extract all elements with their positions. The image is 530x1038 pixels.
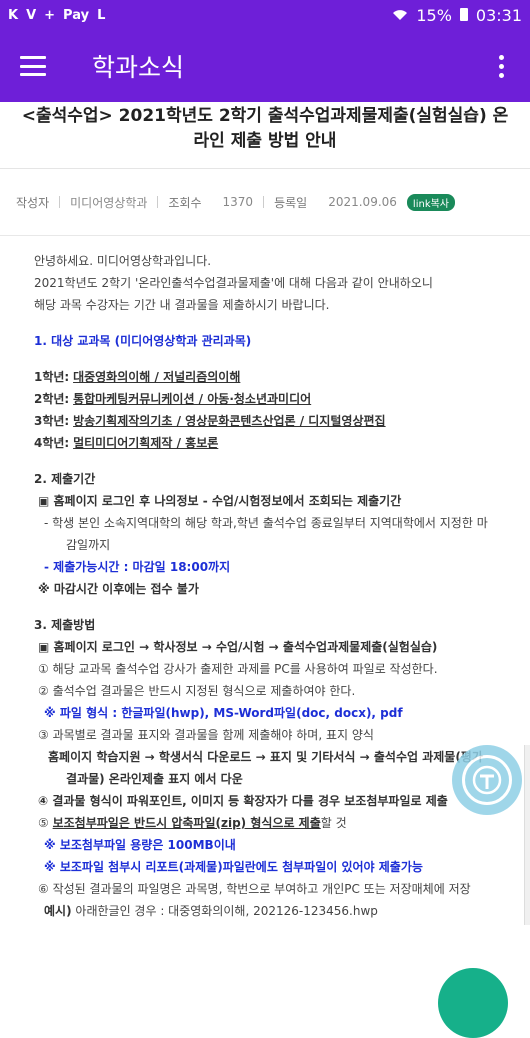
section-2-sub-2: - 제출가능시간 : 마감일 18:00까지 [44, 560, 231, 574]
step-5-num: ⑤ [38, 816, 49, 830]
status-notification-icons: K V + Pay L [8, 8, 105, 23]
section-3-title: 3. 제출방법 [34, 618, 96, 632]
article-meta: 작성자 미디어영상학과 조회수 1370 등록일 2021.09.06 link… [0, 169, 530, 235]
status-icon-2: V [26, 7, 37, 23]
step-1: ① 해당 교과목 출석수업 강사가 출제한 과제를 PC를 사용하여 파일로 작… [38, 662, 438, 676]
intro-line-3: 해당 과목 수강자는 기간 내 결과물을 제출하시기 바랍니다. [34, 298, 330, 312]
side-scroll-edge[interactable] [524, 745, 530, 925]
accessibility-icon[interactable] [452, 745, 522, 815]
step-4: ④ 결과물 형식이 파워포인트, 이미지 등 확장자가 다를 경우 보조첨부파일… [38, 794, 448, 808]
section-2-title: 2. 제출기간 [34, 472, 96, 486]
status-system-icons: 15% 03:31 [392, 6, 522, 25]
section-2-note: ※ 마감시간 이후에는 접수 불가 [38, 582, 199, 596]
intro-line-2: 2021학년도 2학기 '온라인출석수업결과물제출'에 대해 다음과 같이 안내… [34, 276, 433, 290]
step-2-note: ※ 파일 형식 : 한글파일(hwp), MS-Word파일(doc, docx… [44, 706, 403, 720]
grade-1-courses: 대중영화의이해 / 저널리즘의이해 [73, 370, 241, 384]
section-3-path: ▣ 홈페이지 로그인 → 학사정보 → 수업/시험 → 출석수업과제물제출(실험… [38, 640, 438, 654]
app-bar: 학과소식 [0, 30, 530, 102]
example-line: 예시) 아래한글인 경우 : 대중영화의이해, 202126-123456.hw… [34, 900, 496, 922]
grade-1-label: 1학년: [34, 370, 70, 384]
grade-4-line: 4학년: 멀티미디어기획제작 / 홍보론 [34, 432, 496, 454]
step-5-note-1: ※ 보조첨부파일 용량은 100MB이내 [44, 838, 236, 852]
step-3-path-a: 홈페이지 학습지원 → 학생서식 다운로드 → 표지 및 기타서식 → 출석수업… [48, 750, 483, 764]
example-text: 아래한글인 경우 : 대중영화의이해, 202126-123456.hwp [75, 904, 378, 918]
grade-2-line: 2학년: 통합마케팅커뮤니케이션 / 아동·청소년과미디어 [34, 388, 496, 410]
date-label: 등록일 [274, 195, 308, 210]
section-2-sub-1b: 감일까지 [66, 538, 111, 552]
example-label: 예시) [44, 904, 72, 918]
section-2-sub-1a: - 학생 본인 소속지역대학의 해당 학과,학년 출석수업 종료일부터 지역대학… [44, 516, 488, 530]
step-6: ⑥ 작성된 결과물의 파일명은 과목명, 학번으로 부여하고 개인PC 또는 저… [38, 882, 471, 896]
intro-line-1: 안녕하세요. 미디어영상학과입니다. [34, 254, 212, 268]
step-5-note-2: ※ 보조파일 첨부시 리포트(과제물)파일란에도 첨부파일이 있어야 제출가능 [44, 860, 423, 874]
step-3: ③ 과목별로 결과물 표지와 결과물을 함께 제출해야 하며, 표지 양식 [38, 728, 374, 742]
grade-3-label: 3학년: [34, 414, 70, 428]
battery-percent: 15% [416, 5, 452, 25]
grade-2-label: 2학년: [34, 392, 70, 406]
author-value: 미디어영상학과 [70, 195, 148, 210]
date-value: 2021.09.06 [328, 195, 397, 209]
status-bar: K V + Pay L 15% 03:31 [0, 0, 530, 30]
step-3-path-b: 결과물) 온라인제출 표지 에서 다운 [66, 772, 243, 786]
menu-icon[interactable] [20, 56, 46, 76]
grade-3-courses: 방송기획제작의기초 / 영상문화콘텐츠산업론 / 디지털영상편집 [73, 414, 386, 428]
author-label: 작성자 [16, 195, 50, 210]
wifi-icon [392, 6, 408, 25]
step-5-tail: 할 것 [320, 816, 347, 830]
battery-icon [459, 6, 468, 25]
app-title: 학과소식 [92, 53, 185, 82]
article-body: 안녕하세요. 미디어영상학과입니다. 2021학년도 2학기 '온라인출석수업결… [0, 236, 530, 922]
section-2-item: ▣ 홈페이지 로그인 후 나의정보 - 수업/시험정보에서 조회되는 제출기간 [38, 494, 402, 508]
grade-4-label: 4학년: [34, 436, 70, 450]
edit-fab-icon[interactable] [438, 968, 508, 1038]
step-5-underlined: 보조첨부파일은 반드시 압축파일(zip) 형식으로 제출 [52, 816, 321, 830]
status-icon-5: L [97, 7, 106, 23]
grade-2-courses: 통합마케팅커뮤니케이션 / 아동·청소년과미디어 [73, 392, 312, 406]
views-value: 1370 [222, 195, 254, 209]
grade-3-line: 3학년: 방송기획제작의기초 / 영상문화콘텐츠산업론 / 디지털영상편집 [34, 410, 496, 432]
status-icon-3: + [44, 7, 56, 23]
article-title: <출석수업> 2021학년도 2학기 출석수업과제물제출(실험실습) 온라인 제… [0, 102, 530, 169]
grade-4-courses: 멀티미디어기획제작 / 홍보론 [73, 436, 219, 450]
status-icon-4: Pay [63, 7, 90, 23]
grade-1-line: 1학년: 대중영화의이해 / 저널리즘의이해 [34, 366, 496, 388]
link-copy-button[interactable]: link복사 [406, 193, 456, 211]
clock: 03:31 [475, 5, 522, 25]
step-5: ⑤ 보조첨부파일은 반드시 압축파일(zip) 형식으로 제출할 것 [34, 812, 496, 834]
more-vert-icon[interactable] [493, 49, 510, 84]
views-label: 조회수 [168, 195, 202, 210]
section-1-title: 1. 대상 교과목 (미디어영상학과 관리과목) [34, 334, 252, 348]
status-icon-1: K [8, 7, 19, 23]
step-2: ② 출석수업 결과물은 반드시 지정된 형식으로 제출하여야 한다. [38, 684, 356, 698]
